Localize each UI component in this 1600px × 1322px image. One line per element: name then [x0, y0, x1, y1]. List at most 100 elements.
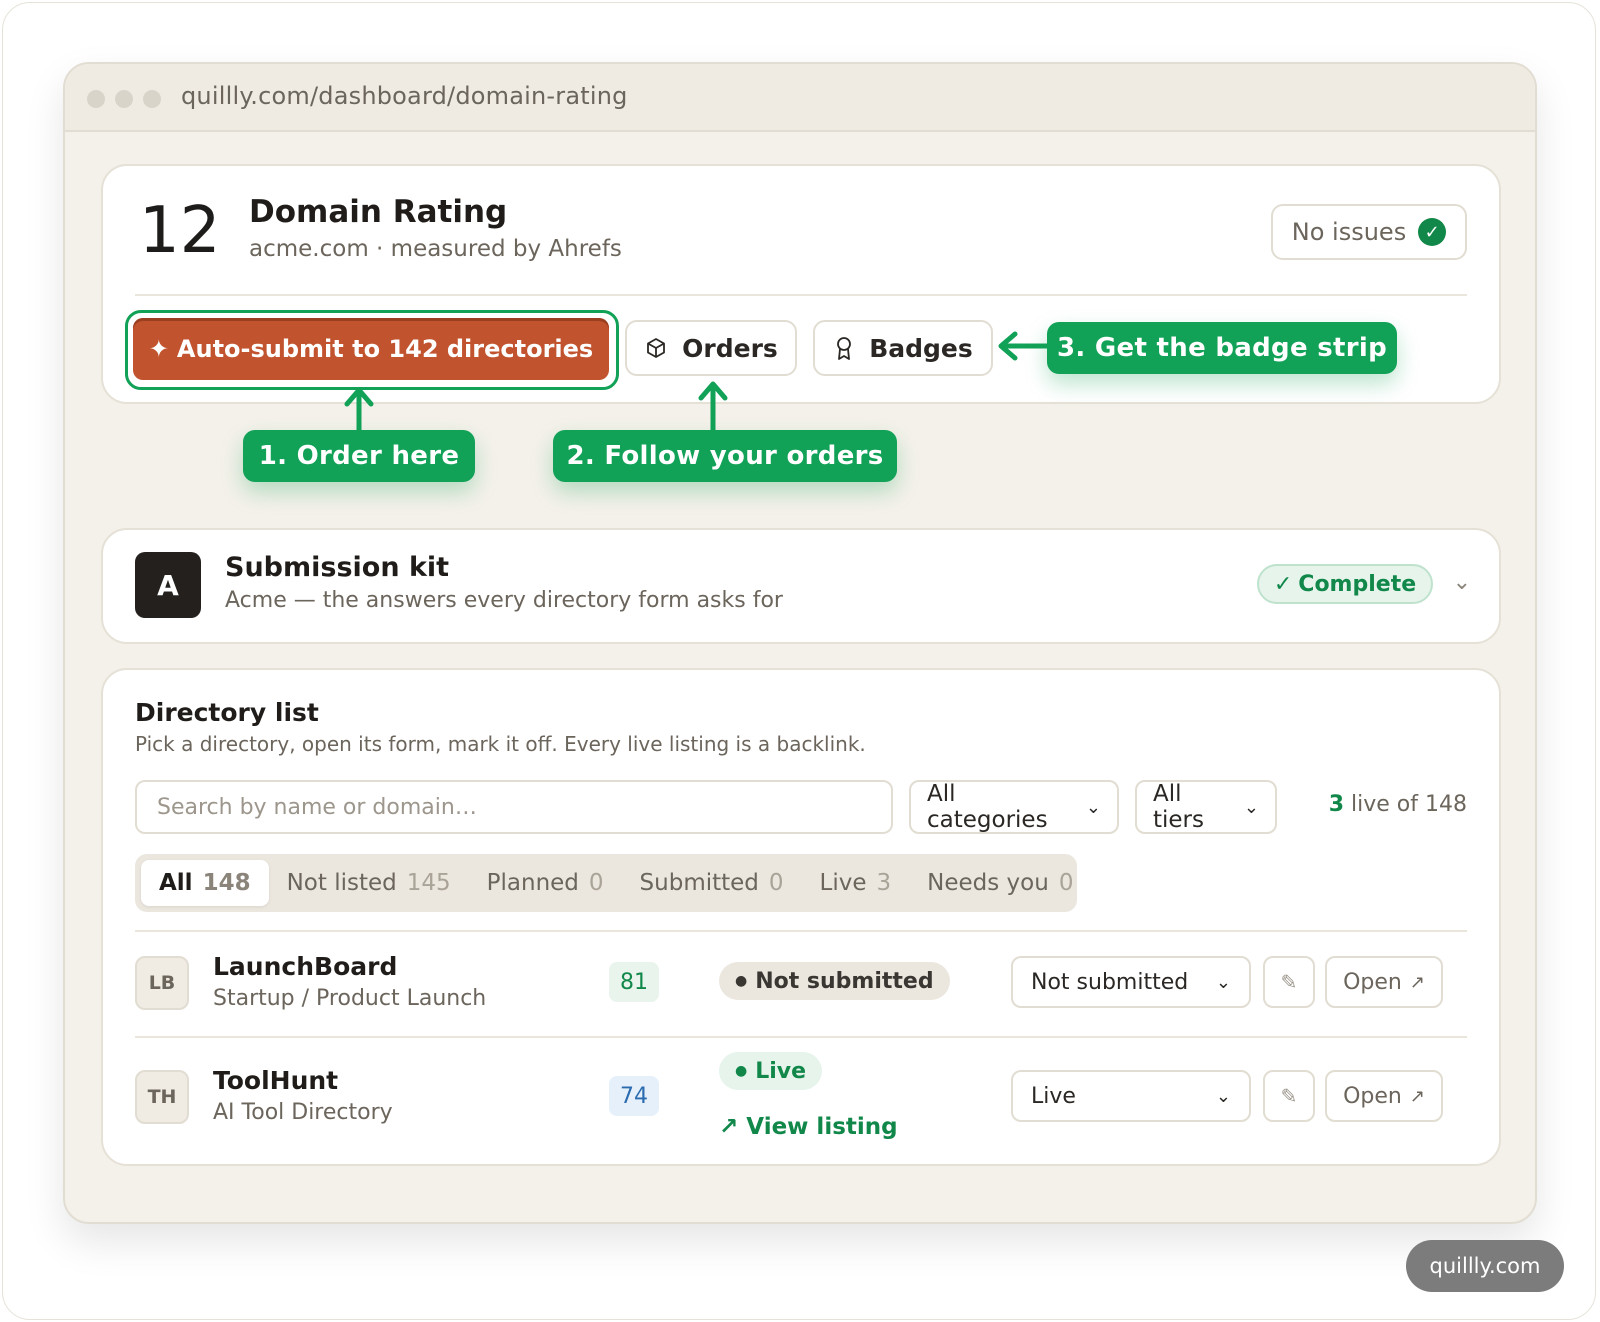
table-row: LB LaunchBoard Startup / Product Launch … [135, 932, 1467, 1028]
avatar: TH [135, 1070, 189, 1124]
orders-label: Orders [682, 333, 778, 363]
auto-submit-label: Auto-submit to 142 directories [176, 335, 594, 363]
tab-label: Needs you [927, 870, 1049, 896]
checkmark-icon: ✓ [1273, 571, 1293, 597]
status-badge: ✓ Complete [1257, 564, 1433, 604]
arrow-up-icon [344, 387, 374, 435]
browser-window: quillly.com/dashboard/domain-rating 12 D… [63, 62, 1537, 1224]
domain-score: 74 [609, 1076, 659, 1116]
external-link-icon: ↗ [1409, 971, 1425, 993]
domain-rating-value: 12 [139, 194, 221, 268]
orders-button[interactable]: Orders [625, 320, 797, 376]
no-issues-badge[interactable]: No issues ✓ [1271, 204, 1467, 260]
directory-category: AI Tool Directory [213, 1100, 393, 1125]
view-listing-link[interactable]: ↗ View listing [719, 1114, 898, 1140]
status-pill: ● Not submitted [719, 962, 950, 1000]
tier-filter-value: All tiers [1153, 781, 1204, 833]
table-row: TH ToolHunt AI Tool Directory 74 ● Live … [135, 1046, 1467, 1142]
tab-label: Live [819, 870, 867, 896]
award-icon [837, 337, 852, 360]
tier-filter[interactable]: All tiers ⌄ [1135, 780, 1277, 834]
open-button[interactable]: Open ↗ [1325, 1070, 1443, 1122]
annotation-step-1: 1. Order here [243, 430, 475, 482]
arrow-left-icon [998, 331, 1050, 361]
open-label: Open [1343, 969, 1402, 995]
status-select-value: Live [1031, 1083, 1076, 1109]
open-button[interactable]: Open ↗ [1325, 956, 1443, 1008]
tab-count: 0 [1058, 870, 1074, 896]
pencil-icon: ✎ [1280, 970, 1298, 994]
divider [135, 1036, 1467, 1038]
box-icon [647, 338, 666, 358]
no-issues-label: No issues [1291, 218, 1407, 246]
directory-name: LaunchBoard [213, 952, 398, 981]
window-dot-close[interactable] [87, 90, 105, 108]
tab-not-listed[interactable]: Not listed 145 [269, 860, 469, 906]
dot-icon: ● [735, 1063, 748, 1079]
avatar: A [135, 552, 201, 618]
tab-planned[interactable]: Planned 0 [469, 860, 622, 906]
check-circle-icon: ✓ [1418, 218, 1447, 246]
tab-label: Not listed [286, 870, 397, 896]
avatar: LB [135, 956, 189, 1010]
tab-label: Submitted [639, 870, 759, 896]
status-select[interactable]: Not submitted ⌄ [1011, 956, 1251, 1008]
address-bar-url[interactable]: quillly.com/dashboard/domain-rating [181, 82, 628, 110]
live-count: 3 live of 148 [1329, 792, 1467, 817]
domain-score: 81 [609, 962, 659, 1002]
tab-count: 145 [406, 870, 451, 896]
tab-count: 0 [768, 870, 784, 896]
arrow-up-right-icon: ↗ [719, 1114, 739, 1140]
tab-submitted[interactable]: Submitted 0 [622, 860, 802, 906]
directory-list-subtitle: Pick a directory, open its form, mark it… [135, 732, 866, 756]
tab-count: 0 [588, 870, 604, 896]
browser-titlebar: quillly.com/dashboard/domain-rating [65, 64, 1535, 132]
search-input[interactable] [135, 780, 893, 834]
category-filter-value: All categories [927, 781, 1048, 833]
chevron-down-icon: ⌄ [1243, 796, 1259, 818]
divider [135, 294, 1467, 296]
domain-rating-subtitle: acme.com · measured by Ahrefs [249, 236, 622, 262]
arrow-up-icon [698, 381, 728, 435]
annotation-step-3: 3. Get the badge strip [1047, 322, 1397, 374]
chevron-down-icon: ⌄ [1215, 1085, 1231, 1107]
live-count-label: live of 148 [1351, 792, 1467, 817]
tab-count: 3 [876, 870, 892, 896]
badges-label: Badges [869, 333, 973, 363]
external-link-icon: ↗ [1409, 1085, 1425, 1107]
dot-icon: ● [735, 973, 748, 989]
window-dot-minimize[interactable] [115, 90, 133, 108]
live-count-number: 3 [1328, 792, 1345, 817]
tab-live[interactable]: Live 3 [802, 860, 910, 906]
tab-needs-you[interactable]: Needs you 0 [909, 860, 1091, 906]
chevron-down-icon[interactable]: ⌄ [1453, 570, 1471, 595]
tab-label: Planned [486, 870, 579, 896]
submission-kit-subtitle: Acme — the answers every directory form … [225, 588, 783, 613]
annotation-step-2: 2. Follow your orders [553, 430, 897, 482]
watermark: quillly.com [1406, 1240, 1564, 1292]
submission-kit-card[interactable]: A Submission kit Acme — the answers ever… [101, 528, 1501, 644]
badges-button[interactable]: Badges [813, 320, 993, 376]
tab-count: 148 [202, 870, 251, 896]
status-pill-label: Not submitted [755, 968, 934, 994]
tab-all[interactable]: All 148 [141, 860, 269, 906]
status-badge-label: Complete [1298, 571, 1417, 597]
edit-button[interactable]: ✎ [1263, 1070, 1315, 1122]
submission-kit-title: Submission kit [225, 552, 450, 583]
status-select[interactable]: Live ⌄ [1011, 1070, 1251, 1122]
status-tabs: All 148 Not listed 145 Planned 0 Submitt… [135, 854, 1077, 912]
sparkle-icon: ✦ [148, 335, 169, 363]
edit-button[interactable]: ✎ [1263, 956, 1315, 1008]
status-select-value: Not submitted [1031, 969, 1189, 995]
tab-label: All [159, 870, 193, 896]
auto-submit-button[interactable]: ✦ Auto-submit to 142 directories [133, 318, 609, 380]
category-filter[interactable]: All categories ⌄ [909, 780, 1119, 834]
directory-list-card: Directory list Pick a directory, open it… [101, 668, 1501, 1166]
pencil-icon: ✎ [1280, 1084, 1298, 1108]
window-dot-maximize[interactable] [143, 90, 161, 108]
directory-category: Startup / Product Launch [213, 986, 487, 1011]
view-listing-label: View listing [746, 1114, 898, 1140]
open-label: Open [1343, 1083, 1402, 1109]
status-pill: ● Live [719, 1052, 823, 1090]
chevron-down-icon: ⌄ [1215, 971, 1231, 993]
